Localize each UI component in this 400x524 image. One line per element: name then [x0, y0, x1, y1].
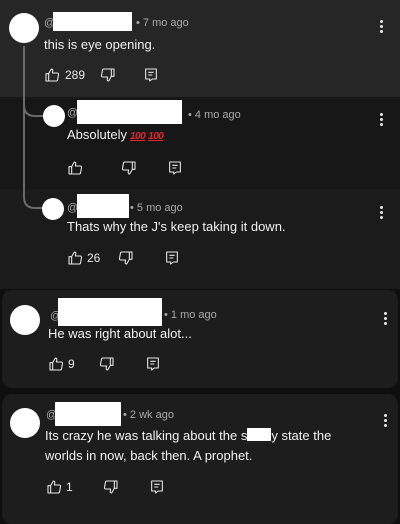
redacted-username — [77, 100, 182, 124]
comment-text: Its crazy he was talking about the sy st… — [45, 428, 332, 463]
comment-time: • 7 mo ago — [136, 17, 189, 29]
like-count: 289 — [65, 68, 86, 82]
like-button[interactable]: 9 — [48, 356, 75, 372]
comment-time: • 2 wk ago — [123, 409, 174, 421]
reply-2: @ • 5 mo ago Thats why the J's keep taki… — [0, 189, 400, 289]
comments-screen: @ • 7 mo ago this is eye opening. 289 @ … — [0, 0, 400, 524]
thumbs-down-icon — [100, 68, 115, 82]
thumbs-up-icon — [68, 251, 83, 265]
redacted-word — [247, 428, 272, 441]
dislike-button[interactable] — [118, 250, 134, 266]
thumbs-down-icon — [103, 480, 118, 494]
comment-text: Thats why the J's keep taking it down. — [67, 219, 286, 234]
more-options-icon[interactable] — [384, 414, 388, 429]
thumbs-up-icon — [47, 480, 62, 494]
comment-actions: 289 — [44, 66, 159, 84]
reply-button[interactable] — [167, 160, 183, 176]
thumbs-down-icon — [99, 357, 114, 371]
comment-actions — [67, 159, 183, 177]
comment-actions: 26 — [67, 249, 180, 267]
more-options-icon[interactable] — [384, 312, 388, 327]
comment-text: Absolutely 100 100 — [67, 125, 164, 147]
thumbs-down-icon — [119, 251, 133, 265]
like-count: 26 — [87, 251, 101, 265]
comment-time: • 5 mo ago — [130, 202, 183, 214]
dislike-button[interactable] — [99, 356, 115, 372]
avatar[interactable] — [10, 408, 40, 438]
comment-text: this is eye opening. — [44, 37, 156, 52]
thread-line — [23, 46, 25, 97]
more-options-icon[interactable] — [380, 206, 384, 221]
like-button[interactable]: 289 — [44, 67, 85, 83]
reply-icon — [146, 357, 159, 371]
reply-icon — [145, 68, 157, 82]
comment-actions: 1 — [46, 478, 165, 496]
like-count: 9 — [68, 357, 75, 371]
comment-actions: 9 — [48, 355, 161, 373]
more-options-icon[interactable] — [380, 20, 384, 35]
comment-text: He was right about alot... — [48, 326, 192, 341]
reply-button[interactable] — [145, 356, 161, 372]
redacted-username — [58, 298, 162, 326]
reply-button[interactable] — [143, 67, 159, 83]
avatar[interactable] — [10, 305, 40, 335]
reply-icon — [150, 480, 163, 494]
thumbs-up-icon — [49, 357, 64, 371]
comment-time: • 4 mo ago — [188, 109, 241, 121]
reply-1: @ • 4 mo ago Absolutely 100 100 — [0, 97, 400, 189]
like-count: 1 — [66, 480, 73, 494]
avatar[interactable] — [42, 198, 64, 220]
like-button[interactable]: 1 — [46, 479, 73, 495]
hundred-points-emoji: 100 — [148, 131, 164, 142]
thumbs-up-icon — [68, 161, 83, 175]
reply-icon — [169, 161, 181, 175]
dislike-button[interactable] — [103, 479, 119, 495]
reply-icon — [166, 251, 179, 265]
dislike-button[interactable] — [100, 67, 116, 83]
reply-button[interactable] — [164, 250, 180, 266]
redacted-username — [53, 12, 132, 31]
comment-thread-1: @ • 7 mo ago this is eye opening. 289 — [0, 0, 400, 97]
avatar[interactable] — [9, 13, 39, 43]
thumbs-up-icon — [45, 68, 60, 82]
redacted-username — [55, 402, 121, 426]
like-button[interactable]: 26 — [67, 250, 100, 266]
more-options-icon[interactable] — [380, 113, 384, 128]
avatar[interactable] — [43, 105, 65, 127]
hundred-points-emoji: 100 — [129, 131, 146, 142]
comment-time: • 1 mo ago — [164, 309, 217, 321]
dislike-button[interactable] — [121, 160, 137, 176]
thumbs-down-icon — [121, 161, 136, 175]
like-button[interactable] — [67, 160, 83, 176]
comment-thread-2: @ • 1 mo ago He was right about alot... … — [2, 290, 398, 388]
reply-button[interactable] — [149, 479, 165, 495]
comment-thread-3: @ • 2 wk ago Its crazy he was talking ab… — [2, 394, 398, 524]
redacted-username — [77, 194, 129, 218]
